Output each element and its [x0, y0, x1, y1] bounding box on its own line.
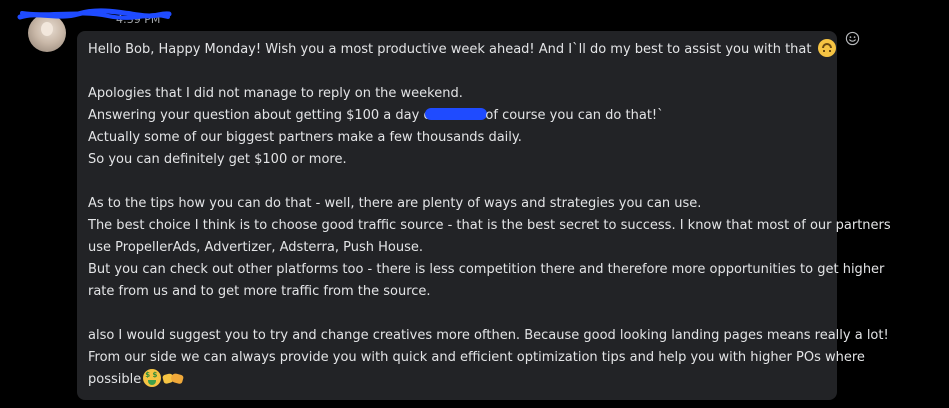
message-text: Apologies that I did not manage to reply…: [88, 86, 463, 101]
message-text: The best choice I think is to choose goo…: [88, 218, 891, 233]
message-line: Actually some of our biggest partners ma…: [88, 127, 827, 149]
message-text: Hello Bob, Happy Monday! Wish you a most…: [88, 42, 812, 57]
money-mouth-face-icon: [143, 369, 162, 387]
message-text: As to the tips how you can do that - wel…: [88, 196, 702, 211]
message-text: So you can definitely get $100 or more.: [88, 152, 347, 167]
message-line: use PropellerAds, Advertizer, Adsterra, …: [88, 237, 827, 259]
message-line: So you can definitely get $100 or more.: [88, 149, 827, 171]
message-text: possible: [88, 372, 142, 387]
handshake-icon: [163, 369, 183, 387]
message-line: As to the tips how you can do that - wel…: [88, 193, 827, 215]
upside-down-face-icon: [817, 39, 836, 57]
message-text: rate from us and to get more traffic fro…: [88, 284, 431, 299]
message-line: Apologies that I did not manage to reply…: [88, 83, 827, 105]
message-line: Answering your question about getting $1…: [88, 105, 827, 127]
message-line: rate from us and to get more traffic fro…: [88, 281, 827, 303]
message-text: Answering your question about getting $1…: [88, 108, 432, 123]
message-text: Actually some of our biggest partners ma…: [88, 130, 522, 145]
message-text: of course you can do that!`: [485, 108, 664, 123]
message-line: possible: [88, 369, 827, 391]
message-text: also I would suggest you to try and chan…: [88, 328, 889, 343]
message-line: Hello Bob, Happy Monday! Wish you a most…: [88, 39, 836, 61]
message-bubble: Hello Bob, Happy Monday! Wish you a most…: [77, 31, 891, 400]
inline-redaction: [425, 108, 488, 120]
message-line: But you can check out other platforms to…: [88, 259, 884, 281]
message-line: From our side we can always provide you …: [88, 347, 865, 369]
redaction-scribble: [17, 8, 172, 20]
message-text: use PropellerAds, Advertizer, Adsterra, …: [88, 240, 423, 255]
message-line: also I would suggest you to try and chan…: [88, 325, 889, 347]
chat-view: 4:39 PM Hello Bob, Happy Monday! Wish yo…: [0, 0, 949, 408]
message-text: But you can check out other platforms to…: [88, 262, 885, 277]
smiley-reaction-icon[interactable]: [845, 31, 860, 46]
message-line: The best choice I think is to choose goo…: [88, 215, 891, 237]
message-text: From our side we can always provide you …: [88, 350, 865, 365]
